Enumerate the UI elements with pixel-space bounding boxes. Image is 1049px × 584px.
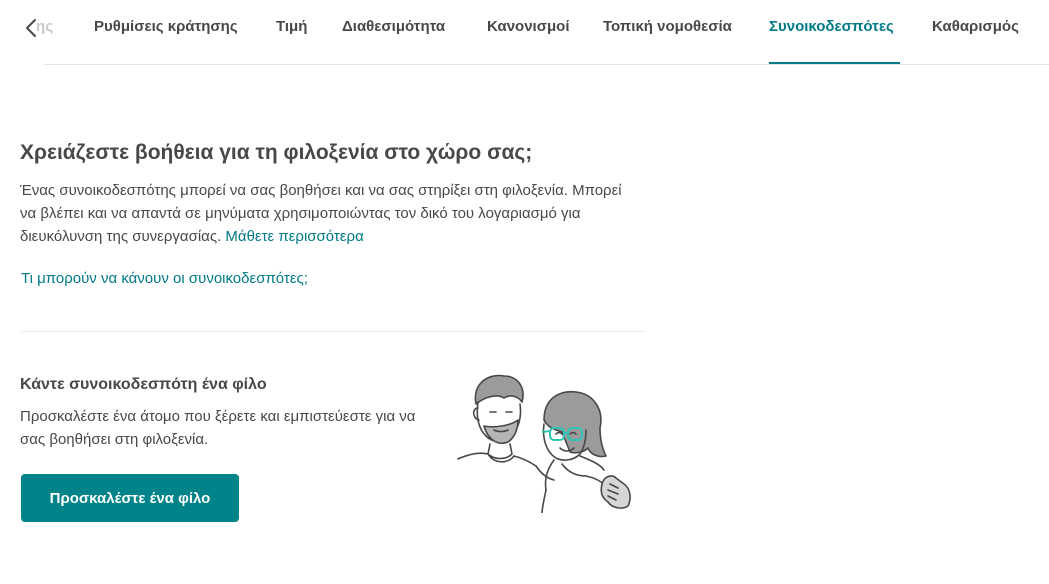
tab-cleaning[interactable]: Καθαρισμός bbox=[932, 18, 1019, 35]
tab-bar: ης Ρυθμίσεις κράτησης Τιμή Διαθεσιμότητα… bbox=[0, 0, 1049, 66]
section-divider bbox=[21, 331, 645, 332]
invite-friend-button[interactable]: Προσκαλέστε ένα φίλο bbox=[21, 474, 239, 522]
invite-description: Προσκαλέστε ένα άτομο που ξέρετε και εμπ… bbox=[20, 408, 416, 448]
invite-title: Κάντε συνοικοδεσπότη ένα φίλο bbox=[20, 376, 267, 393]
tab-availability[interactable]: Διαθεσιμότητα bbox=[342, 18, 445, 35]
tab-booking-settings[interactable]: Ρυθμίσεις κράτησης bbox=[94, 18, 238, 35]
intro-text: Ένας συνοικοδεσπότης μπορεί να σας βοηθή… bbox=[20, 179, 640, 248]
co-hosts-illustration bbox=[457, 374, 631, 513]
tab-price[interactable]: Τιμή bbox=[276, 18, 307, 35]
tab-local-laws[interactable]: Τοπική νομοθεσία bbox=[603, 18, 732, 35]
learn-more-link[interactable]: Μάθετε περισσότερα bbox=[225, 228, 363, 245]
co-host-capabilities-link[interactable]: Τι μπορούν να κάνουν οι συνοικοδεσπότες; bbox=[21, 270, 308, 287]
tab-house-rules[interactable]: Κανονισμοί bbox=[487, 18, 570, 35]
page-title: Χρειάζεστε βοήθεια για τη φιλοξενία στο … bbox=[20, 141, 533, 164]
tab-partial[interactable]: ης bbox=[36, 18, 53, 35]
tab-co-hosts[interactable]: Συνοικοδεσπότες bbox=[769, 18, 894, 35]
tab-bar-divider bbox=[44, 64, 1049, 65]
